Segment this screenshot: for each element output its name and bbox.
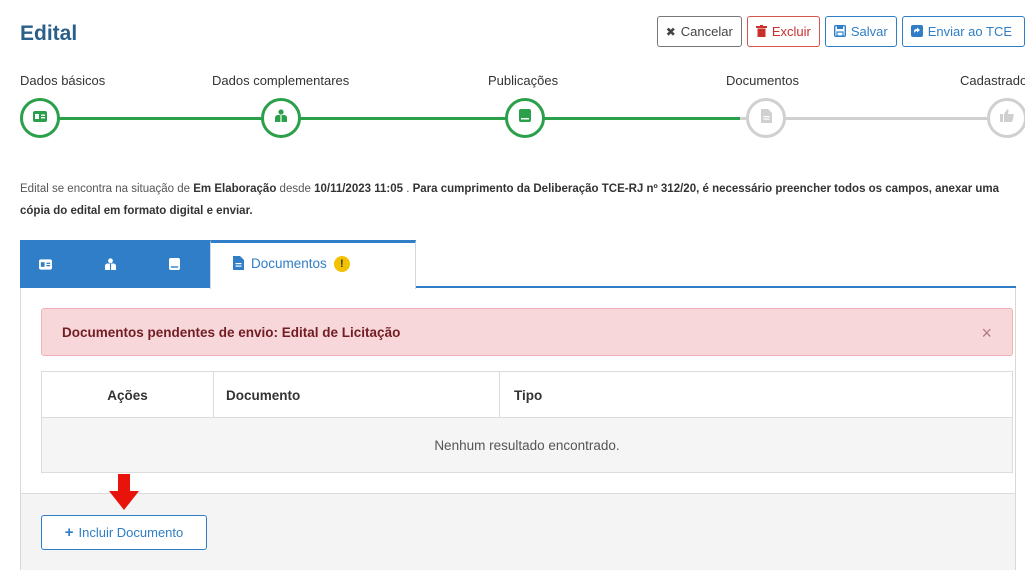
pending-documents-alert: Documentos pendentes de envio: Edital de… xyxy=(41,308,1013,356)
save-label: Salvar xyxy=(850,24,888,39)
people-icon xyxy=(104,258,117,270)
status-prefix: Edital se encontra na situação de xyxy=(20,183,194,195)
cancel-label: Cancelar xyxy=(680,24,733,39)
send-to-tce-button[interactable]: Enviar ao TCE xyxy=(901,16,1025,47)
status-message: Edital se encontra na situação de Em Ela… xyxy=(20,178,1020,222)
close-icon: ✖ xyxy=(665,24,676,39)
file-icon xyxy=(233,256,244,273)
tab-documentos[interactable]: Documentos ! xyxy=(210,240,416,289)
tab-publicacoes[interactable] xyxy=(169,257,182,270)
tab-bar: Documentos ! xyxy=(20,240,1016,289)
toolbar: ✖ Cancelar Excluir Salvar Enviar ao TCE xyxy=(656,16,1025,47)
panel-footer: + Incluir Documento xyxy=(21,493,1015,570)
tab-documentos-label: Documentos xyxy=(251,256,327,271)
page-title: Edital xyxy=(20,22,78,45)
documentos-panel: Documentos pendentes de envio: Edital de… xyxy=(20,288,1016,570)
share-square-icon xyxy=(910,24,923,39)
step-label-dados-complementares: Dados complementares xyxy=(212,73,350,88)
column-header-acoes[interactable]: Ações xyxy=(42,372,214,418)
status-since-label: desde xyxy=(276,183,315,195)
step-label-publicacoes: Publicações xyxy=(488,73,559,88)
save-button[interactable]: Salvar xyxy=(824,16,897,47)
floppy-disk-icon xyxy=(833,24,846,39)
red-arrow-annotation-icon xyxy=(109,474,139,510)
step-label-dados-basicos: Dados básicos xyxy=(20,73,106,88)
column-header-tipo[interactable]: Tipo xyxy=(500,372,1010,418)
delete-label: Excluir xyxy=(771,24,811,39)
status-separator: . xyxy=(403,183,413,195)
empty-table-message: Nenhum resultado encontrado. xyxy=(42,418,1012,472)
tab-group-collapsed xyxy=(20,240,210,286)
tab-dados-basicos[interactable] xyxy=(39,257,52,270)
step-label-documentos: Documentos xyxy=(726,73,799,88)
alert-close-icon[interactable]: × xyxy=(981,323,992,344)
add-document-label: Incluir Documento xyxy=(78,525,184,540)
add-document-button[interactable]: + Incluir Documento xyxy=(41,515,207,550)
step-label-cadastrado: Cadastrado xyxy=(960,73,1025,88)
id-card-icon xyxy=(39,259,52,270)
step-dados-basicos[interactable] xyxy=(20,98,60,138)
trash-icon xyxy=(755,24,767,39)
send-label: Enviar ao TCE xyxy=(927,24,1012,39)
plus-icon: + xyxy=(64,524,74,541)
book-icon xyxy=(519,109,531,127)
column-header-documento[interactable]: Documento xyxy=(214,372,500,418)
step-documentos[interactable] xyxy=(746,98,786,138)
step-dados-complementares[interactable] xyxy=(261,98,301,138)
file-icon xyxy=(760,108,772,128)
step-publicacoes[interactable] xyxy=(505,98,545,138)
tab-dados-complementares[interactable] xyxy=(104,257,117,270)
cancel-button[interactable]: ✖ Cancelar xyxy=(656,16,742,47)
status-since-date: 10/11/2023 11:05 xyxy=(314,183,403,195)
id-card-icon xyxy=(33,109,47,127)
step-connector-complete xyxy=(40,117,740,120)
warning-icon: ! xyxy=(333,256,350,272)
step-cadastrado[interactable] xyxy=(987,98,1025,138)
alert-message: Documentos pendentes de envio: Edital de… xyxy=(62,325,401,340)
thumbs-up-icon xyxy=(1000,109,1014,127)
delete-button[interactable]: Excluir xyxy=(746,16,820,47)
table-header: Ações Documento Tipo xyxy=(42,372,1012,418)
status-value: Em Elaboração xyxy=(193,183,277,195)
documents-table: Ações Documento Tipo Nenhum resultado en… xyxy=(41,371,1013,473)
book-icon xyxy=(169,258,180,270)
people-icon xyxy=(274,109,288,127)
